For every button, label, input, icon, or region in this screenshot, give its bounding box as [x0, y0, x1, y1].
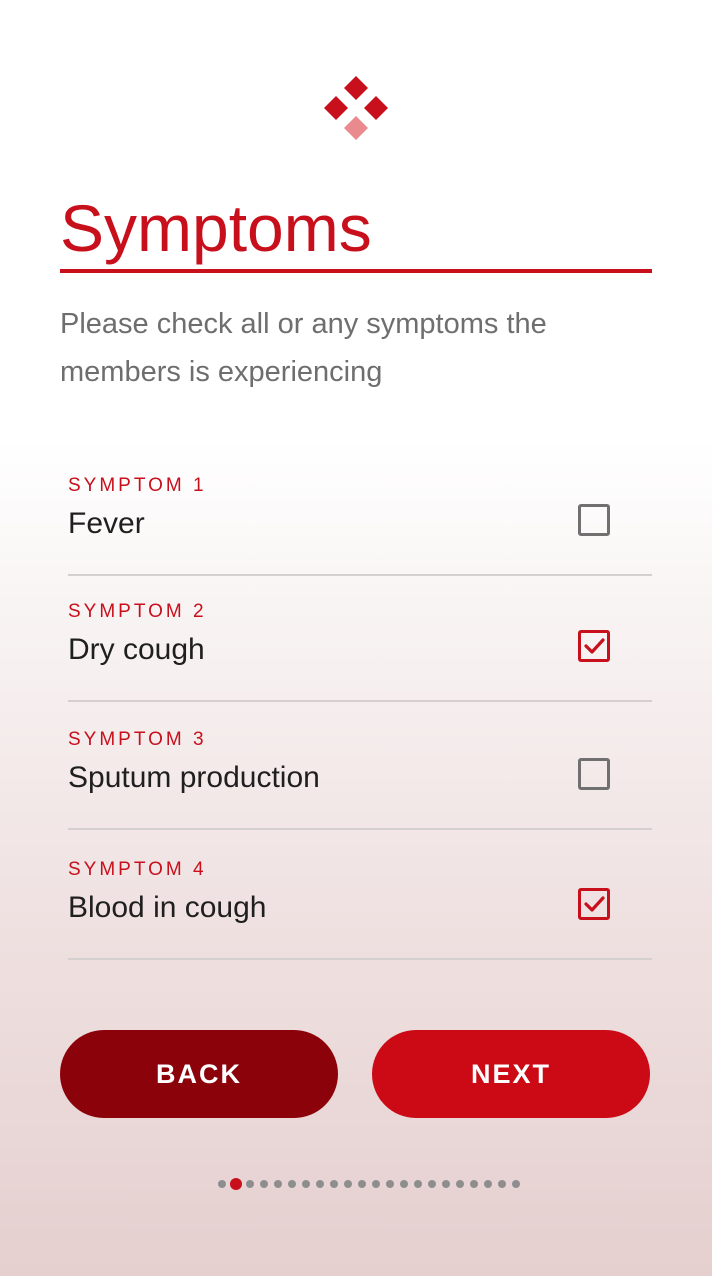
- pagination-dot: [400, 1180, 408, 1188]
- symptom-item-3: SYMPTOM 3 Sputum production: [68, 728, 652, 830]
- pagination-dot: [498, 1180, 506, 1188]
- symptom-1-name: Fever: [68, 507, 145, 540]
- checkmark-icon: [584, 896, 605, 912]
- pagination-dot: [484, 1180, 492, 1188]
- pagination-dot: [330, 1180, 338, 1188]
- symptom-1-tag: SYMPTOM 1: [68, 475, 207, 496]
- checkmark-icon: [584, 638, 605, 654]
- symptom-2-tag: SYMPTOM 2: [68, 601, 207, 622]
- symptom-item-1: SYMPTOM 1 Fever: [68, 474, 652, 576]
- symptom-2-name: Dry cough: [68, 633, 205, 666]
- brand-logo-icon: [324, 76, 388, 140]
- next-button[interactable]: NEXT: [372, 1030, 650, 1118]
- pagination-dot: [372, 1180, 380, 1188]
- symptom-item-4: SYMPTOM 4 Blood in cough: [68, 858, 652, 960]
- symptom-3-tag: SYMPTOM 3: [68, 729, 207, 750]
- pagination-dot: [288, 1180, 296, 1188]
- pagination-dot: [456, 1180, 464, 1188]
- symptom-2-checkbox[interactable]: [578, 630, 610, 662]
- pagination-dots: [0, 1177, 712, 1191]
- symptom-4-checkbox[interactable]: [578, 888, 610, 920]
- symptom-4-name: Blood in cough: [68, 891, 267, 924]
- pagination-dot: [358, 1180, 366, 1188]
- page-title: Symptoms: [60, 191, 372, 265]
- pagination-dot: [414, 1180, 422, 1188]
- symptom-3-name: Sputum production: [68, 761, 320, 794]
- pagination-dot: [344, 1180, 352, 1188]
- pagination-dot: [274, 1180, 282, 1188]
- symptom-1-checkbox[interactable]: [578, 504, 610, 536]
- pagination-dot-active: [230, 1178, 242, 1190]
- symptom-item-2: SYMPTOM 2 Dry cough: [68, 600, 652, 702]
- pagination-dot: [386, 1180, 394, 1188]
- pagination-dot: [428, 1180, 436, 1188]
- title-underline: [60, 269, 652, 273]
- pagination-dot: [470, 1180, 478, 1188]
- pagination-dot: [218, 1180, 226, 1188]
- pagination-dot: [302, 1180, 310, 1188]
- pagination-dot: [442, 1180, 450, 1188]
- pagination-dot: [260, 1180, 268, 1188]
- pagination-dot: [316, 1180, 324, 1188]
- back-button[interactable]: BACK: [60, 1030, 338, 1118]
- pagination-dot: [512, 1180, 520, 1188]
- symptom-3-checkbox[interactable]: [578, 758, 610, 790]
- symptom-4-tag: SYMPTOM 4: [68, 859, 207, 880]
- pagination-dot: [246, 1180, 254, 1188]
- page-subtitle: Please check all or any symptoms the mem…: [60, 308, 547, 388]
